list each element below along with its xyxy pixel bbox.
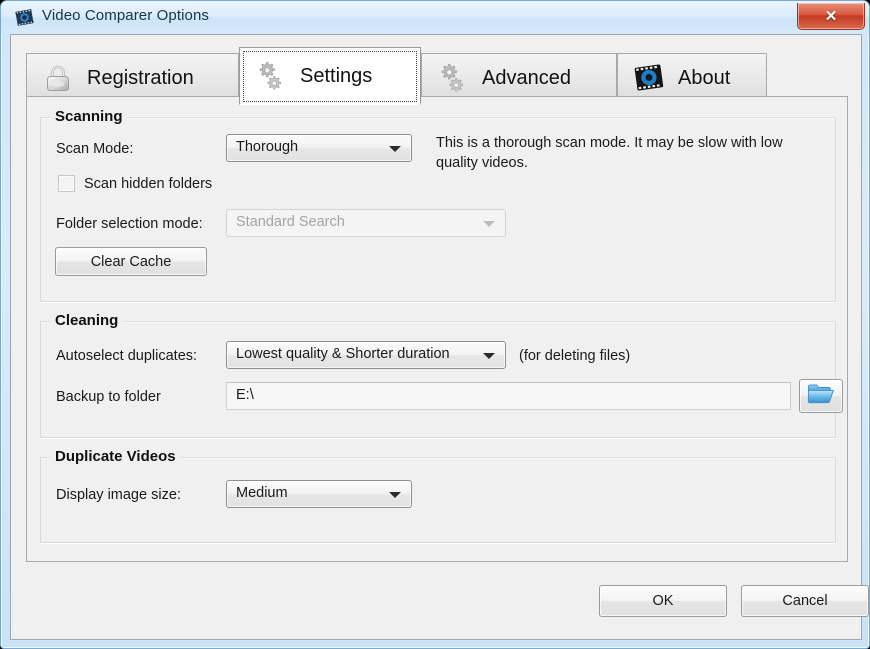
tab-about[interactable]: About <box>617 53 767 102</box>
window-title: Video Comparer Options <box>42 7 210 24</box>
film-reel-icon <box>632 61 666 95</box>
cleaning-group-title: Cleaning <box>50 312 124 329</box>
scan-mode-value: Thorough <box>236 139 299 155</box>
scan-mode-description: This is a thorough scan mode. It may be … <box>436 135 783 171</box>
scan-hidden-folders-label: Scan hidden folders <box>84 175 213 192</box>
cancel-label: Cancel <box>782 593 828 609</box>
tab-strip: Registration Settings Advanced About <box>26 47 848 105</box>
padlock-icon <box>41 61 75 95</box>
scan-mode-label: Scan Mode: <box>56 141 134 157</box>
client-area: Registration Settings Advanced About Sca… <box>10 34 869 641</box>
gears-icon <box>254 59 288 93</box>
tab-registration[interactable]: Registration <box>26 53 239 102</box>
folder-selection-mode-label: Folder selection mode: <box>56 216 203 232</box>
folder-selection-mode-value: Standard Search <box>236 214 345 230</box>
scan-hidden-folders-checkbox[interactable]: Scan hidden folders <box>58 175 212 192</box>
browse-folder-button[interactable] <box>799 379 843 413</box>
tab-about-label: About <box>678 66 731 89</box>
title-bar: Video Comparer Options ✕ <box>1 1 869 34</box>
folder-open-icon <box>807 382 835 410</box>
chevron-down-icon <box>389 492 401 498</box>
backup-folder-input[interactable]: E:\ <box>226 382 791 410</box>
clear-cache-button[interactable]: Clear Cache <box>55 247 207 276</box>
tab-advanced-label: Advanced <box>482 66 571 89</box>
autoselect-duplicates-value: Lowest quality & Shorter duration <box>236 346 450 362</box>
scanning-group-title: Scanning <box>50 108 128 125</box>
close-button[interactable]: ✕ <box>797 3 865 30</box>
backup-folder-label: Backup to folder <box>56 389 161 405</box>
ok-button[interactable]: OK <box>599 585 727 617</box>
chevron-down-icon <box>483 353 495 359</box>
clear-cache-label: Clear Cache <box>90 253 172 270</box>
autoselect-duplicates-label: Autoselect duplicates: <box>56 348 198 364</box>
checkbox-box <box>58 175 75 192</box>
scan-mode-combo[interactable]: Thorough <box>226 134 412 162</box>
autoselect-duplicates-combo[interactable]: Lowest quality & Shorter duration <box>226 341 506 369</box>
tab-settings[interactable]: Settings <box>239 47 421 105</box>
display-image-size-label: Display image size: <box>56 487 181 503</box>
chevron-down-icon <box>483 221 495 227</box>
dialog-footer: OK Cancel <box>11 562 869 641</box>
tab-advanced[interactable]: Advanced <box>421 53 617 102</box>
options-window: Video Comparer Options ✕ Registration Se… <box>0 0 870 649</box>
settings-tab-page: Scanning Scan Mode: Thorough This is a t… <box>26 96 848 562</box>
cancel-button[interactable]: Cancel <box>741 585 869 617</box>
video-film-icon <box>15 8 34 27</box>
cleaning-group: Cleaning <box>40 312 836 438</box>
gears-icon <box>436 61 470 95</box>
display-image-size-value: Medium <box>236 485 288 501</box>
autoselect-hint: (for deleting files) <box>519 348 631 364</box>
tab-registration-label: Registration <box>87 66 194 89</box>
ok-label: OK <box>652 593 674 609</box>
chevron-down-icon <box>389 146 401 152</box>
duplicate-videos-group-title: Duplicate Videos <box>50 448 181 465</box>
close-icon: ✕ <box>824 8 838 25</box>
folder-selection-mode-combo[interactable]: Standard Search <box>226 209 506 237</box>
display-image-size-combo[interactable]: Medium <box>226 480 412 508</box>
tab-settings-label: Settings <box>300 64 373 87</box>
